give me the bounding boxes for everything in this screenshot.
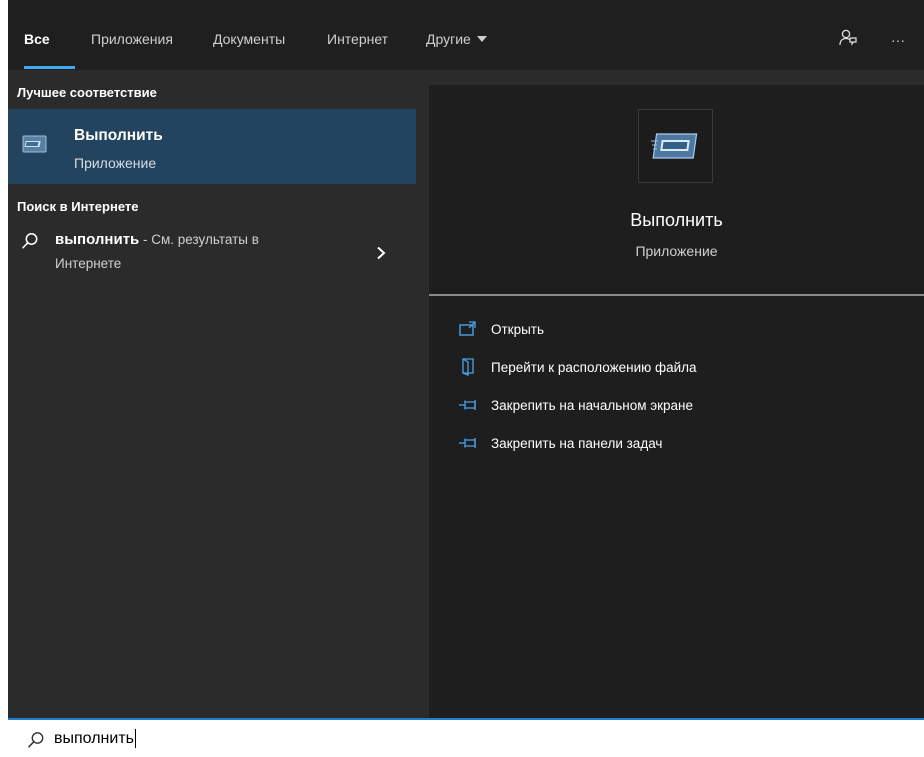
action-pin-start[interactable]: Закрепить на начальном экране [457,394,693,416]
best-match-heading: Лучшее соответствие [17,85,157,100]
active-tab-indicator [24,66,75,69]
chevron-right-icon[interactable] [376,246,386,260]
search-input[interactable]: выполнить [54,729,136,748]
results-list: Лучшее соответствие Выполнить Приложение… [8,70,416,718]
detail-title: Выполнить [630,210,723,230]
web-query: выполнить [55,231,140,248]
action-file-location-label: Перейти к расположению файла [491,359,697,375]
search-icon [27,732,44,748]
search-box[interactable]: выполнить [8,718,924,757]
pin-icon [457,396,479,414]
best-match-subtitle: Приложение [74,155,157,171]
tab-other[interactable]: Другие [426,31,487,47]
action-pin-start-label: Закрепить на начальном экране [491,397,694,413]
web-result-line2: Интернете [55,256,122,271]
feedback-icon[interactable] [834,24,862,52]
search-icon [21,233,38,249]
web-result-text: выполнить - См. результаты в [55,231,259,248]
more-options-icon[interactable]: ··· [884,26,912,54]
web-search-heading: Поиск в Интернете [17,199,139,214]
action-open-label: Открыть [491,321,545,337]
detail-subtitle: Приложение [635,243,718,259]
tab-documents[interactable]: Документы [213,31,285,47]
run-app-large-icon [638,109,713,183]
start-search-panel: Все Приложения Документы Интернет Другие… [8,0,924,718]
search-input-value: выполнить [54,729,134,747]
tab-all[interactable]: Все [24,31,50,47]
action-open[interactable]: Открыть [457,318,544,340]
web-result-rest: - См. результаты в [139,232,259,247]
run-app-icon [22,135,47,153]
action-open-file-location[interactable]: Перейти к расположению файла [457,356,697,378]
tab-other-label: Другие [426,31,471,47]
open-icon [457,320,479,338]
web-search-result[interactable]: выполнить - См. результаты в Интернете [8,220,416,286]
pin-icon [457,434,479,452]
detail-pane: Выполнить Приложение Открыть Перейти к р… [429,85,924,718]
divider [429,294,924,296]
action-pin-taskbar-label: Закрепить на панели задач [491,435,663,451]
action-pin-taskbar[interactable]: Закрепить на панели задач [457,432,662,454]
best-match-run-app[interactable]: Выполнить Приложение [8,109,416,184]
caret-down-icon [476,36,487,42]
best-match-title: Выполнить [74,127,163,144]
text-cursor [134,729,136,748]
tab-internet[interactable]: Интернет [327,31,388,47]
filter-tabs: Все Приложения Документы Интернет Другие… [8,0,924,70]
tab-apps[interactable]: Приложения [91,31,173,47]
file-location-icon [457,358,479,376]
